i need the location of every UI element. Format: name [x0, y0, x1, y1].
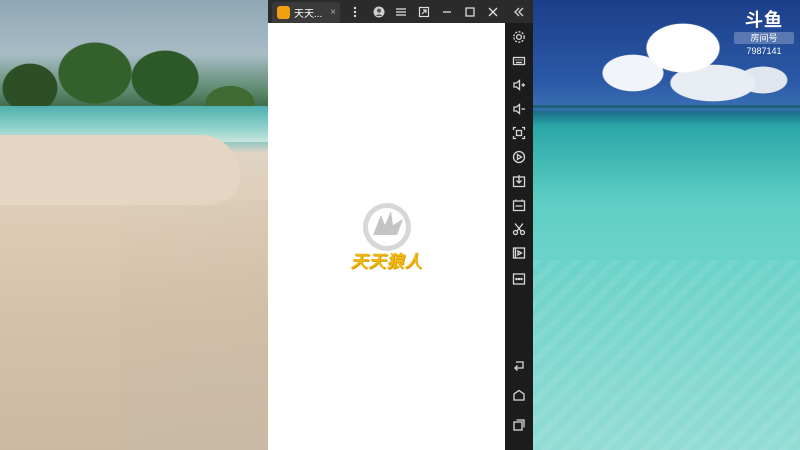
watermark-logo: 斗鱼	[745, 10, 783, 30]
screenshot-icon[interactable]	[505, 121, 533, 145]
wet-sand	[120, 200, 268, 450]
desktop-wallpaper-left	[0, 0, 268, 450]
desktop-wallpaper-right: 斗鱼 房间号 7987141	[533, 0, 800, 450]
wolf-logo-icon	[362, 203, 411, 251]
video-icon[interactable]	[505, 241, 533, 265]
tab-title: 天天...	[294, 9, 323, 20]
splash-screen: 天天狼人	[268, 23, 505, 450]
volume-down-icon[interactable]	[505, 97, 533, 121]
title-bar: 天天... ×	[268, 0, 533, 23]
keyboard-icon[interactable]	[505, 49, 533, 73]
maximize-icon[interactable]	[459, 0, 481, 23]
settings-icon[interactable]	[505, 25, 533, 49]
horizon	[533, 105, 800, 108]
back-icon[interactable]	[505, 353, 533, 377]
app-icon	[277, 6, 290, 19]
stream-watermark: 斗鱼 房间号 7987141	[734, 10, 794, 56]
home-icon[interactable]	[505, 383, 533, 407]
menu-icon[interactable]	[390, 0, 412, 23]
install-icon[interactable]	[505, 169, 533, 193]
user-icon[interactable]	[368, 0, 390, 23]
collapse-sidebar-icon[interactable]	[505, 0, 533, 23]
watermark-room-label: 房间号	[734, 32, 794, 44]
recents-icon[interactable]	[505, 413, 533, 437]
more-icon[interactable]	[505, 267, 533, 291]
palm-trees	[0, 18, 268, 110]
tab-close-button[interactable]: ×	[326, 7, 340, 18]
more-options-icon[interactable]	[344, 0, 366, 23]
restore-icon[interactable]	[413, 0, 435, 23]
app-tab[interactable]: 天天... ×	[272, 2, 340, 23]
android-screen[interactable]: 天天狼人	[268, 23, 505, 450]
water-shine	[533, 260, 800, 450]
sandbar	[0, 135, 240, 205]
watermark-room-id: 7987141	[746, 46, 782, 56]
volume-up-icon[interactable]	[505, 73, 533, 97]
record-icon[interactable]	[505, 145, 533, 169]
close-icon[interactable]	[482, 0, 504, 23]
splash-title: 天天狼人	[350, 252, 423, 271]
minimize-icon[interactable]	[436, 0, 458, 23]
emulator-sidebar	[505, 23, 533, 450]
apk-icon[interactable]	[505, 193, 533, 217]
scissors-icon[interactable]	[505, 217, 533, 241]
emulator-window: 天天... × 天天狼人	[268, 0, 533, 450]
